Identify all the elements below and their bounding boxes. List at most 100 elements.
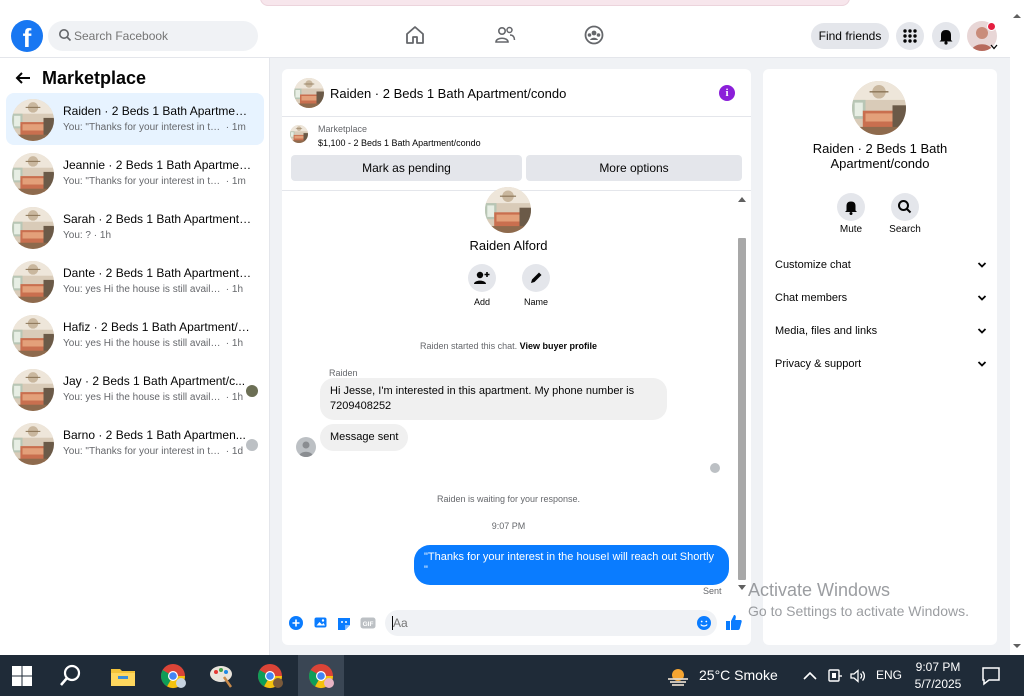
top-strip [0,0,1024,10]
listing-source: Marketplace [318,124,368,134]
pencil-icon [531,272,542,283]
search-chat-button[interactable] [891,193,919,221]
conversation-item[interactable]: Dante · 2 Beds 1 Bath Apartment/c... You… [6,255,264,307]
notification-center-icon[interactable] [980,665,1002,687]
conversation-item[interactable]: Barno · 2 Beds 1 Bath Apartmen... You: "… [6,417,264,469]
mute-button[interactable] [837,193,865,221]
conversation-name: Sarah · 2 Beds 1 Bath Apartment/c... [63,212,253,226]
search-box[interactable] [48,21,258,51]
seen-avatar [246,439,258,451]
notifications-button[interactable] [932,22,960,50]
network-icon[interactable] [826,667,844,685]
more-options-button[interactable]: More options [526,155,742,181]
incoming-message[interactable]: Hi Jesse, I'm interested in this apartme… [320,378,667,420]
friends-icon[interactable] [494,24,516,46]
bell-icon [845,201,857,215]
weather-text[interactable]: 25°C Smoke [699,667,778,683]
conversation-item[interactable]: Sarah · 2 Beds 1 Bath Apartment/c... You… [6,201,264,253]
chat-details-panel: Raiden · 2 Beds 1 Bath Apartment/condo M… [763,69,997,645]
chevron-down-icon [977,361,987,367]
clock[interactable]: 9:07 PM 5/7/2025 [910,659,966,693]
conversation-preview: You: "Thanks for your interest in the ..… [63,176,246,187]
name-label: Name [523,297,548,307]
menu-button[interactable] [896,22,924,50]
groups-icon[interactable] [583,24,605,46]
search-icon[interactable] [58,663,84,689]
listing-thumbnail [12,153,54,195]
view-buyer-profile-link[interactable]: View buyer profile [520,341,597,351]
details-avatar[interactable] [852,81,906,135]
info-icon[interactable]: i [719,85,735,101]
chat-members-row[interactable]: Chat members [775,292,987,312]
sidebar-title: Marketplace [42,68,147,88]
chrome-icon[interactable] [158,661,188,691]
chevron-down-icon[interactable] [990,44,998,50]
thumbs-up-icon[interactable] [725,613,743,631]
outgoing-message[interactable]: "Thanks for your interest in the houseI … [414,545,729,585]
chat-title[interactable]: Raiden · 2 Beds 1 Bath Apartment/condo [330,86,566,101]
plus-circle-icon[interactable] [288,615,304,631]
seen-avatar [246,385,258,397]
gif-icon[interactable]: GIF [360,615,376,631]
chat-avatar[interactable] [294,78,324,108]
windows-start-icon[interactable] [10,664,34,688]
contact-avatar[interactable] [485,187,531,233]
emoji-icon[interactable] [696,615,712,631]
incoming-message[interactable]: Message sent [320,424,409,451]
message-timestamp: 9:07 PM [491,521,526,531]
search-icon [898,200,912,214]
message-input[interactable] [385,610,717,636]
facebook-logo-icon[interactable]: f [11,20,43,52]
conversation-preview: You: yes Hi the house is still available… [63,284,244,295]
chat-panel: Raiden · 2 Beds 1 Bath Apartment/condo i… [282,69,751,645]
listing-thumbnail [12,261,54,303]
home-icon[interactable] [404,24,426,46]
notification-dot [987,22,996,31]
add-button[interactable] [468,264,496,292]
paint-app-icon[interactable] [206,661,236,691]
chat-header: Raiden · 2 Beds 1 Bath Apartment/condo i [282,69,751,117]
sticker-icon[interactable] [336,615,352,631]
photo-icon[interactable] [313,615,329,631]
marketplace-sidebar: Marketplace Raiden · 2 Beds 1 Bath Apart… [0,58,270,655]
scroll-down-icon[interactable] [738,585,746,591]
scroll-down-icon[interactable] [1012,642,1022,650]
conversation-name: Dante · 2 Beds 1 Bath Apartment/c... [63,266,253,280]
conversation-name: Jeannie · 2 Beds 1 Bath Apartment... [63,158,253,172]
find-friends-button[interactable]: Find friends [811,23,889,49]
page-scrollbar[interactable] [1010,10,1024,655]
name-button[interactable] [522,264,550,292]
scroll-up-icon[interactable] [1012,12,1022,20]
conversation-item[interactable]: Jeannie · 2 Beds 1 Bath Apartment... You… [6,147,264,199]
conversation-preview: You: yes Hi the house is still availab..… [63,392,244,403]
chevron-down-icon [977,262,987,268]
conversation-item[interactable]: Jay · 2 Beds 1 Bath Apartment/c... You: … [6,363,264,415]
conversation-preview: You: ? · 1h [63,230,112,241]
volume-icon[interactable] [849,667,867,685]
add-label: Add [473,297,490,307]
mark-pending-button[interactable]: Mark as pending [291,155,522,181]
conversation-item[interactable]: Hafiz · 2 Beds 1 Bath Apartment/c... You… [6,309,264,361]
top-navbar: f Find friends [0,10,1010,58]
conversation-name: Jay · 2 Beds 1 Bath Apartment/c... [63,374,246,388]
conversation-item[interactable]: Raiden · 2 Beds 1 Bath Apartment/... You… [6,93,264,145]
message-thread: Raiden Alford Add Name Raiden started th… [282,187,751,601]
chat-scrollbar-thumb[interactable] [738,238,746,580]
chevron-up-icon[interactable] [802,669,818,683]
back-arrow-icon[interactable] [14,70,32,86]
language-indicator[interactable]: ENG [876,668,902,682]
listing-price[interactable]: $1,100 - 2 Beds 1 Bath Apartment/condo [318,138,481,148]
weather-icon[interactable] [665,663,691,689]
seen-avatar [710,463,720,473]
file-explorer-icon[interactable] [108,661,138,691]
listing-thumbnail [12,315,54,357]
scroll-up-icon[interactable] [738,196,746,202]
chrome-icon[interactable] [255,661,285,691]
privacy-support-row[interactable]: Privacy & support [775,358,987,378]
search-icon [59,29,72,42]
chrome-icon[interactable] [306,661,336,691]
customize-chat-row[interactable]: Customize chat [775,259,987,279]
conversation-name: Barno · 2 Beds 1 Bath Apartmen... [63,428,246,442]
media-files-row[interactable]: Media, files and links [775,325,987,345]
search-input[interactable] [74,21,254,51]
